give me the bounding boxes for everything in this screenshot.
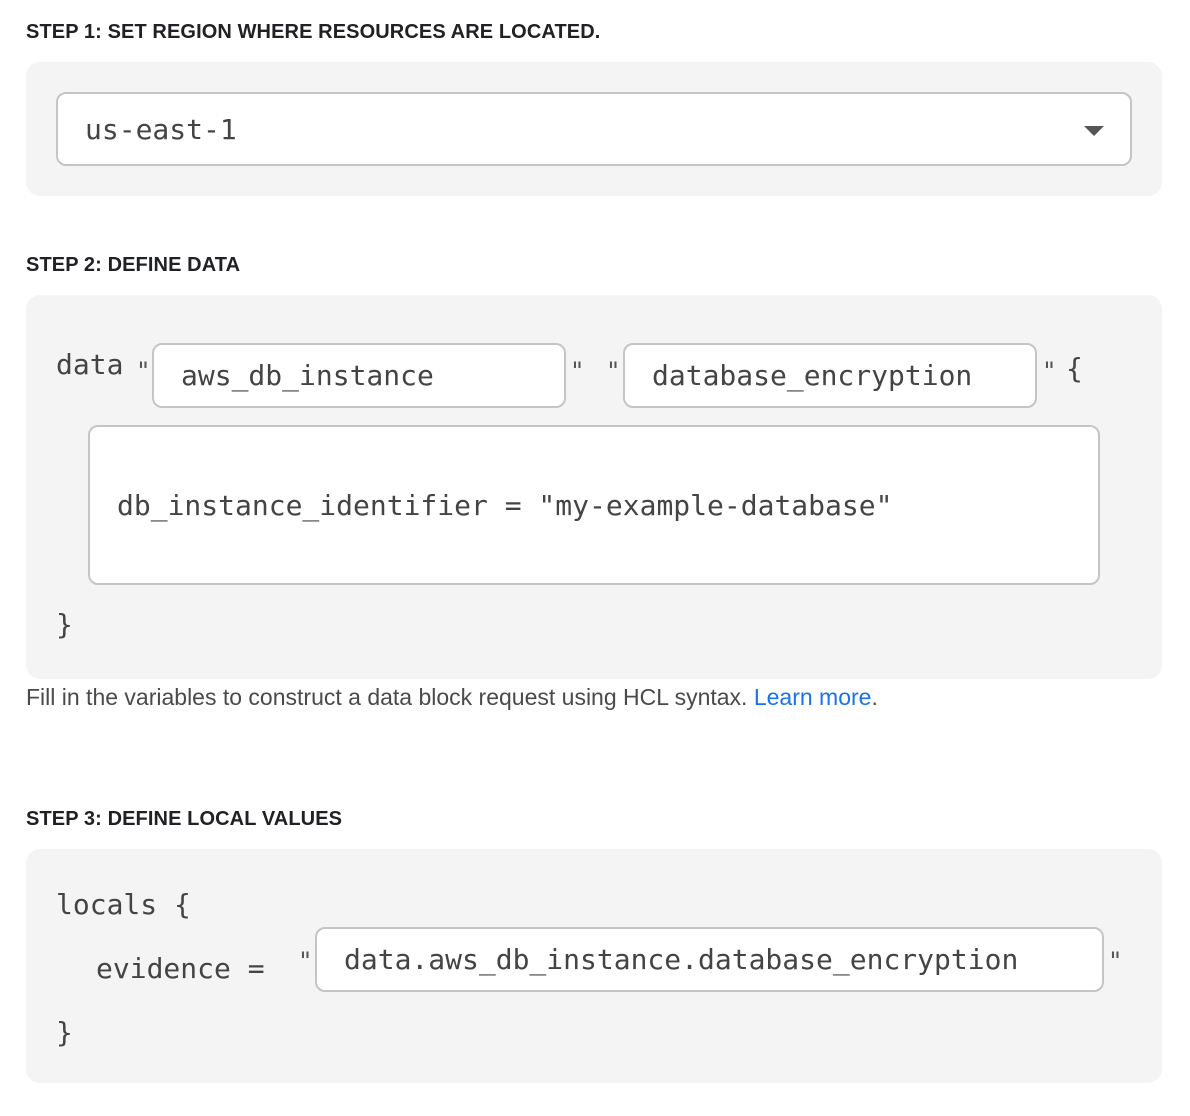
step3-panel: locals { evidence = " data.aws_db_instan… — [26, 849, 1162, 1083]
evidence-input[interactable]: data.aws_db_instance.database_encryption — [315, 927, 1104, 992]
evidence-label: evidence = — [96, 952, 265, 985]
helper-text: Fill in the variables to construct a dat… — [26, 684, 878, 711]
data-keyword: data — [56, 348, 124, 381]
open-quote: " — [136, 357, 151, 385]
resource-type-input[interactable]: aws_db_instance — [152, 343, 566, 408]
evidence-value: data.aws_db_instance.database_encryption — [344, 943, 1019, 976]
open-quote: " — [298, 947, 313, 975]
close-brace: } — [56, 608, 73, 641]
helper-period: . — [871, 684, 878, 710]
helper-text-body: Fill in the variables to construct a dat… — [26, 684, 748, 710]
close-brace: } — [56, 1016, 73, 1049]
open-quote: " — [606, 357, 621, 385]
step3-title: STEP 3: DEFINE LOCAL VALUES — [26, 808, 343, 830]
resource-name-input[interactable]: database_encryption — [623, 343, 1037, 408]
region-select[interactable]: us-east-1 — [56, 92, 1132, 166]
data-body-textarea[interactable]: db_instance_identifier = "my-example-dat… — [88, 425, 1100, 585]
step1-title: STEP 1: SET REGION WHERE RESOURCES ARE L… — [26, 21, 601, 43]
locals-keyword: locals { — [56, 888, 191, 921]
step2-title: STEP 2: DEFINE DATA — [26, 254, 241, 276]
chevron-down-icon[interactable] — [1084, 126, 1104, 136]
close-quote: " — [1042, 357, 1057, 385]
data-body-value: db_instance_identifier = "my-example-dat… — [117, 488, 893, 522]
resource-type-value: aws_db_instance — [181, 359, 434, 392]
close-quote: " — [1108, 947, 1123, 975]
step2-panel: data " aws_db_instance " " database_encr… — [26, 295, 1162, 679]
resource-name-value: database_encryption — [652, 359, 973, 392]
region-select-value: us-east-1 — [85, 112, 237, 146]
close-quote: " — [570, 357, 585, 385]
step1-panel: us-east-1 — [26, 62, 1162, 196]
learn-more-link[interactable]: Learn more — [754, 684, 872, 710]
open-brace: { — [1066, 352, 1083, 385]
